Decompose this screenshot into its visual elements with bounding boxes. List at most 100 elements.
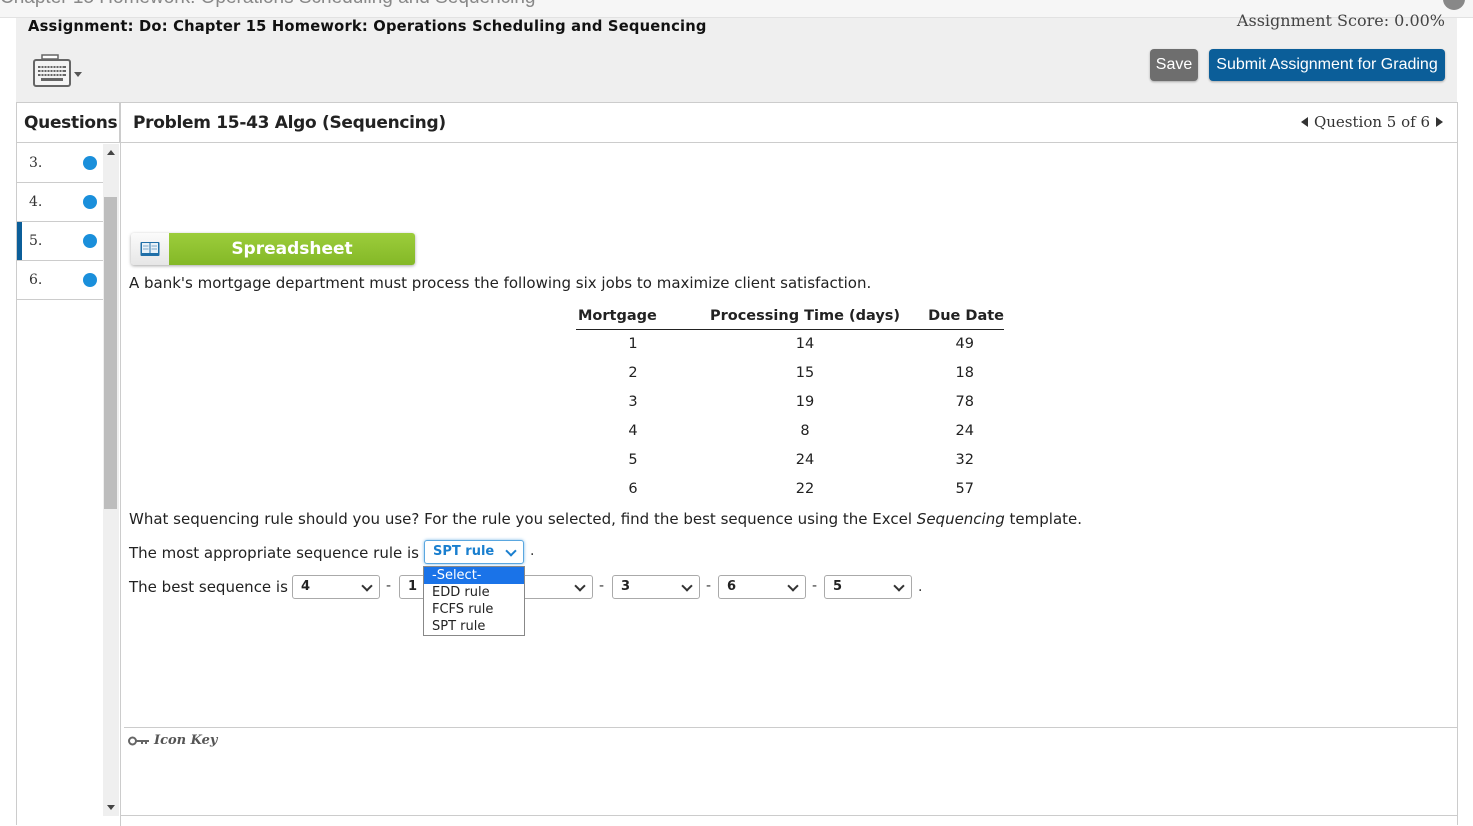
question-list: 3. 4. 5. 6. xyxy=(17,144,103,300)
sequence-select-1[interactable]: 4 xyxy=(292,575,380,599)
table-row: 4 8 24 xyxy=(576,417,1004,446)
answered-status-icon xyxy=(83,195,97,209)
column-header: Due Date xyxy=(920,304,1004,330)
chevron-down-icon xyxy=(505,545,517,557)
table-cell: 1 xyxy=(628,336,638,353)
table-cell: 22 xyxy=(795,481,815,497)
problem-title: Problem 15-43 Algo (Sequencing) xyxy=(133,113,446,133)
period: . xyxy=(918,579,923,595)
sequence-select-6[interactable]: 5 xyxy=(824,575,912,599)
table-cell: 78 xyxy=(955,394,974,410)
rule-select-value: SPT rule xyxy=(433,544,495,559)
question-text-part: What sequencing rule should you use? For… xyxy=(129,510,917,528)
answered-status-icon xyxy=(83,156,97,170)
table-row: 6 22 57 xyxy=(576,475,1004,504)
table-cell: 6 xyxy=(628,481,638,497)
chevron-down-icon xyxy=(74,72,82,77)
answered-status-icon xyxy=(83,234,97,248)
spreadsheet-button[interactable]: Spreadsheet xyxy=(131,233,415,265)
dropdown-option[interactable]: SPT rule xyxy=(424,618,524,635)
table-cell: 2 xyxy=(628,365,638,381)
sequence-select-value: 5 xyxy=(833,579,843,594)
chevron-down-icon xyxy=(893,580,905,592)
questions-scrollbar[interactable] xyxy=(103,144,119,816)
question-item-5[interactable]: 5. xyxy=(17,222,103,261)
table-cell: 8 xyxy=(800,423,810,439)
table-row: 5 24 32 xyxy=(576,446,1004,475)
avatar-icon[interactable] xyxy=(1443,0,1465,10)
table-cell: 3 xyxy=(628,394,638,410)
scrollbar-thumb[interactable] xyxy=(104,197,117,509)
table-cell: 4 xyxy=(628,423,638,439)
dropdown-option[interactable]: -Select- xyxy=(424,567,524,584)
template-name: Sequencing xyxy=(916,510,1005,528)
icon-key-link[interactable]: Icon Key xyxy=(128,733,217,748)
save-button[interactable]: Save xyxy=(1150,49,1198,81)
sequence-label: The best sequence is xyxy=(129,578,288,596)
submit-assignment-button[interactable]: Submit Assignment for Grading xyxy=(1209,49,1445,81)
jobs-table: Mortgage Processing Time (days) Due Date… xyxy=(576,304,1004,504)
question-number: 6. xyxy=(29,272,43,288)
question-position: Question 5 of 6 xyxy=(1313,113,1430,131)
dropdown-option[interactable]: FCFS rule xyxy=(424,601,524,618)
separator: - xyxy=(706,578,712,594)
chevron-down-icon xyxy=(681,580,693,592)
sequence-select-value: 1 xyxy=(408,579,418,594)
separator: - xyxy=(599,578,605,594)
table-cell: 49 xyxy=(955,336,974,353)
question-item-3[interactable]: 3. xyxy=(17,144,103,183)
assignment-score: Assignment Score: 0.00% xyxy=(1236,11,1445,30)
table-row: 3 19 78 xyxy=(576,388,1004,417)
sequence-select-value: 6 xyxy=(727,579,737,594)
sequence-select-5[interactable]: 6 xyxy=(718,575,806,599)
keyboard-icon[interactable] xyxy=(32,54,88,88)
table-cell: 24 xyxy=(795,452,815,468)
browser-title: Chapter 15 Homework: Operations Scheduli… xyxy=(0,0,536,9)
rule-label: The most appropriate sequence rule is xyxy=(129,544,419,562)
problem-panel: Problem 15-43 Algo (Sequencing) Question… xyxy=(120,102,1458,825)
question-item-6[interactable]: 6. xyxy=(17,261,103,300)
spreadsheet-label: Spreadsheet xyxy=(169,233,415,265)
question-text-part: template. xyxy=(1004,510,1083,528)
next-question-icon[interactable] xyxy=(1436,117,1443,127)
separator: - xyxy=(386,578,392,594)
table-cell: 5 xyxy=(628,452,638,468)
table-cell: 15 xyxy=(795,365,815,381)
scroll-down-arrow-icon[interactable] xyxy=(107,805,115,810)
table-cell: 32 xyxy=(955,452,974,468)
assignment-title: Assignment: Do: Chapter 15 Homework: Ope… xyxy=(28,17,707,35)
problem-intro: A bank's mortgage department must proces… xyxy=(129,274,872,292)
table-cell: 24 xyxy=(955,423,974,439)
question-number: 4. xyxy=(29,194,43,210)
answered-status-icon xyxy=(83,273,97,287)
scroll-up-arrow-icon[interactable] xyxy=(107,150,115,155)
rule-select[interactable]: SPT rule xyxy=(424,540,524,564)
separator: - xyxy=(812,578,818,594)
chevron-down-icon xyxy=(787,580,799,592)
question-text: What sequencing rule should you use? For… xyxy=(129,510,1082,528)
table-cell: 57 xyxy=(955,481,974,497)
table-row: 1 14 49 xyxy=(576,330,1004,359)
sequence-select-4[interactable]: 3 xyxy=(612,575,700,599)
question-number: 3. xyxy=(29,155,43,171)
table-header-row: Mortgage Processing Time (days) Due Date xyxy=(576,304,1004,330)
table-row: 2 15 18 xyxy=(576,359,1004,388)
period: . xyxy=(530,543,535,559)
question-item-4[interactable]: 4. xyxy=(17,183,103,222)
question-navigator: Question 5 of 6 xyxy=(1300,103,1443,141)
table-cell: 19 xyxy=(795,394,815,410)
sequence-select-value: 3 xyxy=(621,579,631,594)
chevron-down-icon xyxy=(361,580,373,592)
divider xyxy=(124,727,1458,728)
questions-heading: Questions xyxy=(17,103,120,143)
chevron-down-icon xyxy=(574,580,586,592)
divider xyxy=(120,815,1458,816)
table-cell: 14 xyxy=(795,336,815,353)
table-cell: 18 xyxy=(955,365,974,381)
rule-dropdown-list: -Select- EDD rule FCFS rule SPT rule xyxy=(423,566,525,636)
question-number: 5. xyxy=(29,233,43,249)
questions-panel: Questions 3. 4. 5. 6. xyxy=(16,102,121,826)
assignment-header: Assignment: Do: Chapter 15 Homework: Ope… xyxy=(16,11,1457,102)
dropdown-option[interactable]: EDD rule xyxy=(424,584,524,601)
previous-question-icon[interactable] xyxy=(1300,117,1308,127)
